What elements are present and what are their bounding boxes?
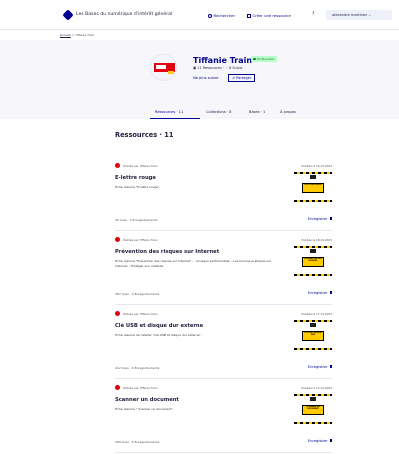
- site-title[interactable]: Les Bases du numérique d'intérêt général: [76, 12, 172, 17]
- publish-date: Publiée le 18.10.2023: [301, 164, 332, 168]
- breadcrumb-separator: >: [71, 33, 75, 37]
- save-button[interactable]: Enregistrer: [308, 291, 332, 295]
- resource-thumbnail[interactable]: SCANNER UN DOCUMENT: [294, 394, 332, 424]
- profile-stats: ▣ 11 Ressources · ♢ 8 Suivis: [193, 66, 243, 70]
- resource-title[interactable]: E-lettre rouge: [115, 175, 156, 181]
- thumbnail-text: PRÉVENTION DES RISQUES: [304, 258, 322, 263]
- views-count: 289 Vues: [115, 440, 129, 444]
- resource-card[interactable]: Publiée par Tiffanie Train Publiée le 18…: [115, 163, 332, 231]
- user-name: alexandre martinez: [332, 13, 367, 17]
- plus-icon: [247, 13, 251, 18]
- followers-stat: 8 Suivis: [229, 66, 243, 70]
- publish-date: Publiée le 13.10.2023: [301, 386, 332, 390]
- user-menu-button[interactable]: alexandre martinez ⌄: [326, 10, 392, 20]
- author-line[interactable]: Publiée par Tiffanie Train: [123, 312, 158, 316]
- active-tab-indicator: [150, 118, 200, 119]
- publish-date: Publiée le 17.10.2023: [301, 312, 332, 316]
- breadcrumb-home[interactable]: Accueil: [60, 33, 71, 37]
- resource-card[interactable]: Publiée par Tiffanie Train Publiée le 13…: [115, 385, 332, 453]
- resource-card[interactable]: Publiée par Tiffanie Train Publiée le 17…: [115, 311, 332, 379]
- breadcrumb: Accueil > Tiffanie Train: [60, 33, 94, 37]
- bookmark-icon: [329, 365, 332, 369]
- saves-count: 5 Enregistrements: [131, 440, 160, 444]
- views-count: 90 Vues: [115, 218, 127, 222]
- search-label: Rechercher: [213, 13, 236, 18]
- share-icon: ⇗: [232, 76, 236, 80]
- bookmark-icon: [329, 291, 332, 295]
- section-title: Ressources · 11: [115, 131, 174, 139]
- search-button[interactable]: Rechercher: [208, 13, 235, 18]
- profile-tabs: Ressources · 11 Collections · 8 Bases · …: [0, 106, 399, 118]
- author-line[interactable]: Publiée par Tiffanie Train: [123, 164, 158, 168]
- views-count: 387 Vues: [115, 292, 129, 296]
- save-button[interactable]: Enregistrer: [308, 439, 332, 443]
- resource-description: Fiche résumé de l'atelier "Clé USB et di…: [115, 333, 202, 337]
- create-resource-button[interactable]: Créer une ressource: [247, 13, 291, 18]
- resource-stats: 412 Vues · 6 Enregistrements: [115, 366, 160, 370]
- profile-avatar: [150, 54, 177, 81]
- save-button[interactable]: Enregistrer: [308, 217, 332, 221]
- site-header: Les Bases du numérique d'intérêt général…: [0, 0, 399, 30]
- thumbnail-text: SCANNER UN DOCUMENT: [306, 406, 320, 411]
- thumbnail-text: E-LETTRE ROUGE: [304, 184, 322, 186]
- thumbnail-text: CLÉ USB, DISQUE DUR: [304, 332, 322, 337]
- author-line[interactable]: Publiée par Tiffanie Train: [123, 386, 158, 390]
- resource-stats: 90 Vues · 0 Enregistrements: [115, 218, 158, 222]
- resource-card[interactable]: Publiée par Tiffanie Train Publiée le 18…: [115, 237, 332, 305]
- resource-description: Fiche résumé " Scanner un document".: [115, 407, 174, 411]
- search-icon: [208, 13, 212, 18]
- site-logo-icon[interactable]: [62, 9, 74, 21]
- create-label: Créer une ressource: [252, 13, 291, 18]
- help-icon[interactable]: ?: [312, 12, 314, 17]
- tab-resources[interactable]: Ressources · 11: [155, 110, 183, 114]
- save-label: Enregistrer: [307, 217, 328, 221]
- resource-title[interactable]: Clé USB et disque dur externe: [115, 323, 203, 329]
- tab-collections[interactable]: Collections · 8: [206, 110, 231, 114]
- resource-stats: 387 Vues · 0 Enregistrements: [115, 292, 160, 296]
- author-avatar: [115, 311, 120, 316]
- breadcrumb-current: Tiffanie Train: [75, 33, 95, 37]
- share-label: Partager: [236, 76, 252, 80]
- save-label: Enregistrer: [307, 365, 328, 369]
- resource-description: Fiche résumé "Prévention des risques sur…: [115, 259, 272, 268]
- author-avatar: [115, 385, 120, 390]
- bookmark-icon: [329, 217, 332, 221]
- tab-about[interactable]: À propos: [280, 110, 296, 114]
- resource-title[interactable]: Scanner un document: [115, 397, 179, 403]
- save-label: Enregistrer: [307, 291, 328, 295]
- resource-thumbnail[interactable]: CLÉ USB, DISQUE DUR: [294, 320, 332, 350]
- author-line[interactable]: Publiée par Tiffanie Train: [123, 238, 158, 242]
- save-label: Enregistrer: [307, 439, 328, 443]
- profile-name: Tiffanie Train: [193, 56, 253, 65]
- author-avatar: [115, 237, 120, 242]
- bookmark-icon: [329, 439, 332, 443]
- resource-thumbnail[interactable]: PRÉVENTION DES RISQUES: [294, 246, 332, 276]
- resource-thumbnail[interactable]: E-LETTRE ROUGE: [294, 172, 332, 202]
- saves-count: 6 Enregistrements: [131, 366, 160, 370]
- resource-stats: 289 Vues · 5 Enregistrements: [115, 440, 160, 444]
- views-count: 412 Vues: [115, 366, 129, 370]
- resources-stat: 11 Ressources: [197, 66, 222, 70]
- saves-count: 0 Enregistrements: [131, 292, 160, 296]
- author-avatar: [115, 163, 120, 168]
- resource-title[interactable]: Prévention des risques sur Internet: [115, 249, 219, 255]
- resource-description: Fiche résumé "E-lettre rouge".: [115, 185, 161, 189]
- publish-date: Publiée le 18.10.2023: [301, 238, 332, 242]
- unfollow-button[interactable]: Ne plus suivre: [193, 76, 219, 80]
- tab-bases[interactable]: Bases · 1: [249, 110, 265, 114]
- share-button[interactable]: ⇗ Partager: [228, 74, 256, 82]
- public-profile-badge: Profil public: [251, 56, 277, 62]
- save-button[interactable]: Enregistrer: [308, 365, 332, 369]
- saves-count: 0 Enregistrements: [129, 218, 158, 222]
